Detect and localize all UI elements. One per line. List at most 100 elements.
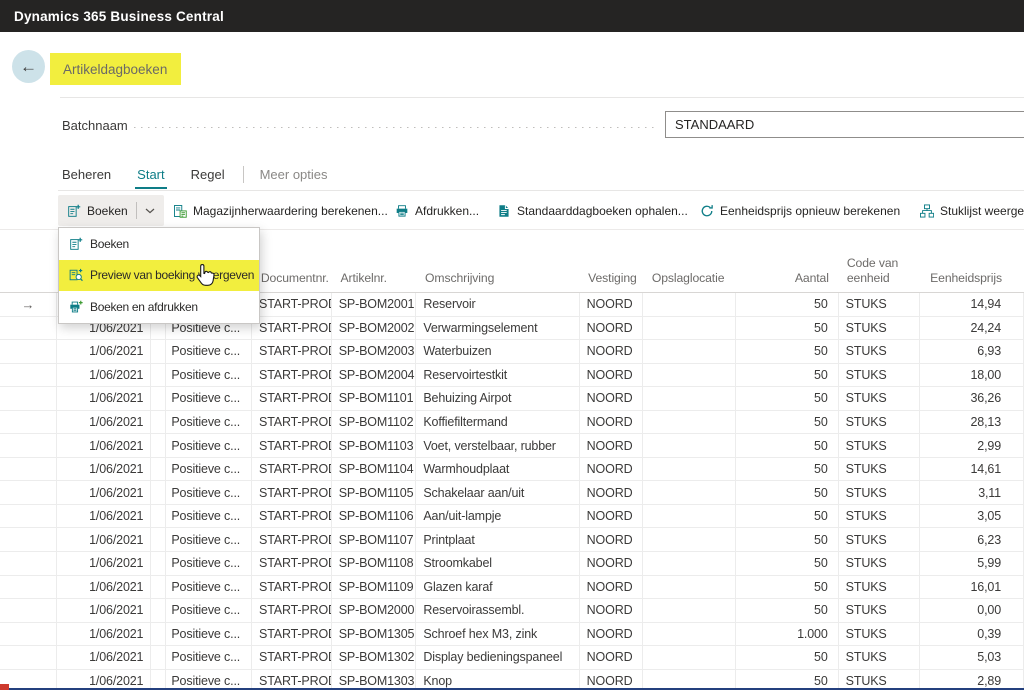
cell[interactable]: 1/06/2021 <box>57 505 152 528</box>
cell[interactable]: START-PROD <box>252 623 332 646</box>
cell[interactable]: Behuizing Airpot <box>416 387 579 410</box>
toolbar-stuklijst-weergeven-button[interactable]: Stuklijst weergeven <box>920 195 1024 226</box>
cell[interactable]: Positieve c... <box>166 646 252 669</box>
cell[interactable]: 50 <box>736 576 839 599</box>
cell[interactable]: NOORD <box>580 458 644 481</box>
menu-item-boeken-en-afdrukken[interactable]: Boeken en afdrukken <box>59 291 259 323</box>
cell[interactable]: NOORD <box>580 623 644 646</box>
cell[interactable]: 50 <box>736 552 839 575</box>
cell[interactable] <box>151 434 166 457</box>
cell[interactable]: STUKS <box>839 623 921 646</box>
cell[interactable]: Positieve c... <box>166 481 252 504</box>
cell[interactable]: START-PROD <box>252 434 332 457</box>
tab-regel[interactable]: Regel <box>191 167 225 182</box>
cell[interactable]: STUKS <box>839 411 921 434</box>
cell[interactable] <box>643 434 736 457</box>
cell[interactable]: Positieve c... <box>166 576 252 599</box>
cell[interactable]: START-PROD <box>252 387 332 410</box>
cell[interactable]: NOORD <box>580 576 644 599</box>
cell[interactable]: NOORD <box>580 340 644 363</box>
cell[interactable] <box>151 411 166 434</box>
cell[interactable] <box>643 387 736 410</box>
cell[interactable]: NOORD <box>580 646 644 669</box>
cell[interactable]: 50 <box>736 293 839 316</box>
cell[interactable] <box>151 481 166 504</box>
cell[interactable]: 1/06/2021 <box>57 552 152 575</box>
cell[interactable]: SP-BOM1103 <box>332 434 417 457</box>
cell[interactable] <box>151 552 166 575</box>
cell[interactable]: 16,01 <box>920 576 1024 599</box>
cell[interactable] <box>643 293 736 316</box>
cell[interactable]: STUKS <box>839 481 921 504</box>
cell[interactable]: 50 <box>736 340 839 363</box>
cell[interactable]: 50 <box>736 528 839 551</box>
cell[interactable]: Positieve c... <box>166 411 252 434</box>
cell[interactable]: NOORD <box>580 364 644 387</box>
cell[interactable]: Glazen karaf <box>416 576 579 599</box>
cell[interactable]: SP-BOM2001 <box>332 293 417 316</box>
cell[interactable]: 50 <box>736 317 839 340</box>
cell[interactable] <box>643 364 736 387</box>
cell[interactable] <box>151 505 166 528</box>
column-header-vestiging[interactable]: Vestiging <box>580 256 644 292</box>
cell[interactable]: NOORD <box>580 505 644 528</box>
cell[interactable]: Reservoir <box>416 293 579 316</box>
cell[interactable]: 50 <box>736 458 839 481</box>
cell[interactable]: STUKS <box>839 340 921 363</box>
cell[interactable]: SP-BOM1104 <box>332 458 417 481</box>
toolbar-boeken-button[interactable]: Boeken <box>58 195 164 226</box>
cell[interactable] <box>151 528 166 551</box>
cell[interactable]: START-PROD <box>252 340 332 363</box>
cell[interactable]: 50 <box>736 599 839 622</box>
batchnaam-input[interactable]: STANDAARD <box>665 111 1024 138</box>
cell[interactable]: Schroef hex M3, zink <box>416 623 579 646</box>
cell[interactable]: 1/06/2021 <box>57 481 152 504</box>
toolbar-standaarddagboeken-ophalen-button[interactable]: Standaarddagboeken ophalen... <box>497 195 688 226</box>
cell[interactable]: 5,99 <box>920 552 1024 575</box>
cell[interactable]: SP-BOM1106 <box>332 505 417 528</box>
cell[interactable] <box>151 623 166 646</box>
cell[interactable]: 1/06/2021 <box>57 646 152 669</box>
cell[interactable]: SP-BOM1105 <box>332 481 417 504</box>
cell[interactable]: START-PROD <box>252 552 332 575</box>
cell[interactable]: Positieve c... <box>166 528 252 551</box>
cell[interactable]: NOORD <box>580 387 644 410</box>
toolbar-eenheidsprijs-opnieuw-berekenen-button[interactable]: Eenheidsprijs opnieuw berekenen <box>700 195 900 226</box>
cell[interactable]: 2,99 <box>920 434 1024 457</box>
cell[interactable]: 14,61 <box>920 458 1024 481</box>
cell[interactable]: STUKS <box>839 646 921 669</box>
column-header-omschrijving[interactable]: Omschrijving <box>417 256 580 292</box>
menu-item-preview-van-boeking-weergeven[interactable]: Preview van boeking weergeven <box>59 260 259 292</box>
cell[interactable]: 6,23 <box>920 528 1024 551</box>
cell[interactable] <box>151 576 166 599</box>
cell[interactable]: START-PROD <box>252 293 332 316</box>
cell[interactable]: 24,24 <box>920 317 1024 340</box>
cell[interactable]: 50 <box>736 505 839 528</box>
toolbar-magazijnherwaardering-berekenen-button[interactable]: Magazijnherwaardering berekenen... <box>173 195 388 226</box>
chevron-down-icon[interactable] <box>145 208 155 214</box>
cell[interactable]: Positieve c... <box>166 458 252 481</box>
cell[interactable] <box>643 481 736 504</box>
cell[interactable] <box>151 458 166 481</box>
cell[interactable]: NOORD <box>580 317 644 340</box>
cell[interactable]: 50 <box>736 411 839 434</box>
cell[interactable]: Printplaat <box>416 528 579 551</box>
cell[interactable]: 28,13 <box>920 411 1024 434</box>
cell[interactable]: NOORD <box>580 552 644 575</box>
cell[interactable]: STUKS <box>839 317 921 340</box>
cell[interactable] <box>151 387 166 410</box>
cell[interactable]: Warmhoudplaat <box>416 458 579 481</box>
cell[interactable]: 36,26 <box>920 387 1024 410</box>
cell[interactable]: Schakelaar aan/uit <box>416 481 579 504</box>
cell[interactable]: START-PROD <box>252 481 332 504</box>
cell[interactable]: SP-BOM1109 <box>332 576 417 599</box>
cell[interactable]: START-PROD <box>252 364 332 387</box>
toolbar-afdrukken-button[interactable]: Afdrukken... <box>395 195 479 226</box>
cell[interactable]: Verwarmingselement <box>416 317 579 340</box>
cell[interactable]: START-PROD <box>252 599 332 622</box>
cell[interactable]: STUKS <box>839 528 921 551</box>
cell[interactable]: 50 <box>736 364 839 387</box>
cell[interactable]: START-PROD <box>252 411 332 434</box>
cell[interactable]: 1/06/2021 <box>57 623 152 646</box>
cell[interactable]: START-PROD <box>252 528 332 551</box>
